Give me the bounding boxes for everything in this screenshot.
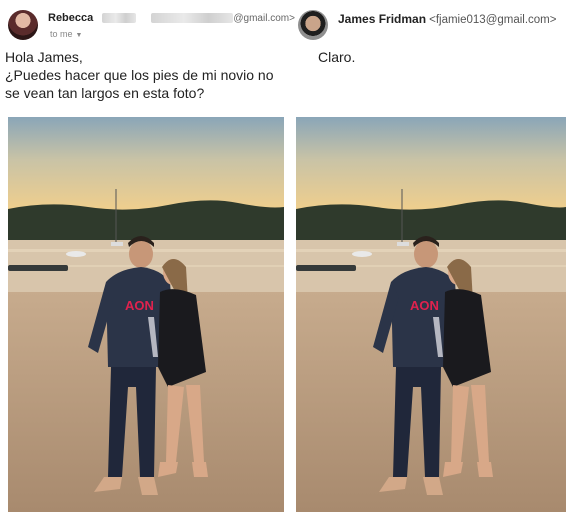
message-line: se vean tan largos en esta foto? xyxy=(5,85,205,101)
beach-photo-original: AON xyxy=(8,117,284,512)
message-body: Hola James, ¿Puedes hacer que los pies d… xyxy=(5,48,295,102)
rebecca-email-pane: Rebecca @gmail.com> to me ▼ Hola James, ¿… xyxy=(0,0,295,513)
redacted-surname xyxy=(102,13,137,24)
redacted-email xyxy=(151,13,234,24)
hoodie-logo: AON xyxy=(125,298,154,313)
email-header: Rebecca @gmail.com> to me ▼ xyxy=(6,8,295,44)
beach-photo-edited: AON xyxy=(296,117,566,512)
sender-line: Rebecca @gmail.com> xyxy=(48,12,295,24)
hoodie-logo: AON xyxy=(410,298,439,313)
sender-email: <fjamie013@gmail.com> xyxy=(429,14,557,26)
edited-photo[interactable]: AON xyxy=(296,117,566,512)
sender-line: James Fridman <fjamie013@gmail.com> xyxy=(338,12,556,26)
message-line: Hola James, xyxy=(5,49,83,65)
sender-name[interactable]: James Fridman xyxy=(338,12,426,26)
sender-email-suffix: @gmail.com> xyxy=(233,13,295,24)
james-email-pane: James Fridman <fjamie013@gmail.com> Clar… xyxy=(290,0,569,513)
recipient-dropdown[interactable]: to me ▼ xyxy=(50,29,82,39)
message-body: Claro. xyxy=(318,48,355,66)
original-photo[interactable]: AON xyxy=(8,117,284,512)
chevron-down-icon: ▼ xyxy=(75,32,83,39)
to-label: to me xyxy=(50,29,73,39)
rebecca-avatar-icon[interactable] xyxy=(8,10,38,40)
message-line: Claro. xyxy=(318,49,356,65)
message-line: ¿Puedes hacer que los pies de mi novio n… xyxy=(5,67,274,83)
email-header: James Fridman <fjamie013@gmail.com> xyxy=(296,8,569,44)
james-avatar-icon[interactable] xyxy=(298,10,328,40)
sender-name[interactable]: Rebecca xyxy=(48,12,93,24)
